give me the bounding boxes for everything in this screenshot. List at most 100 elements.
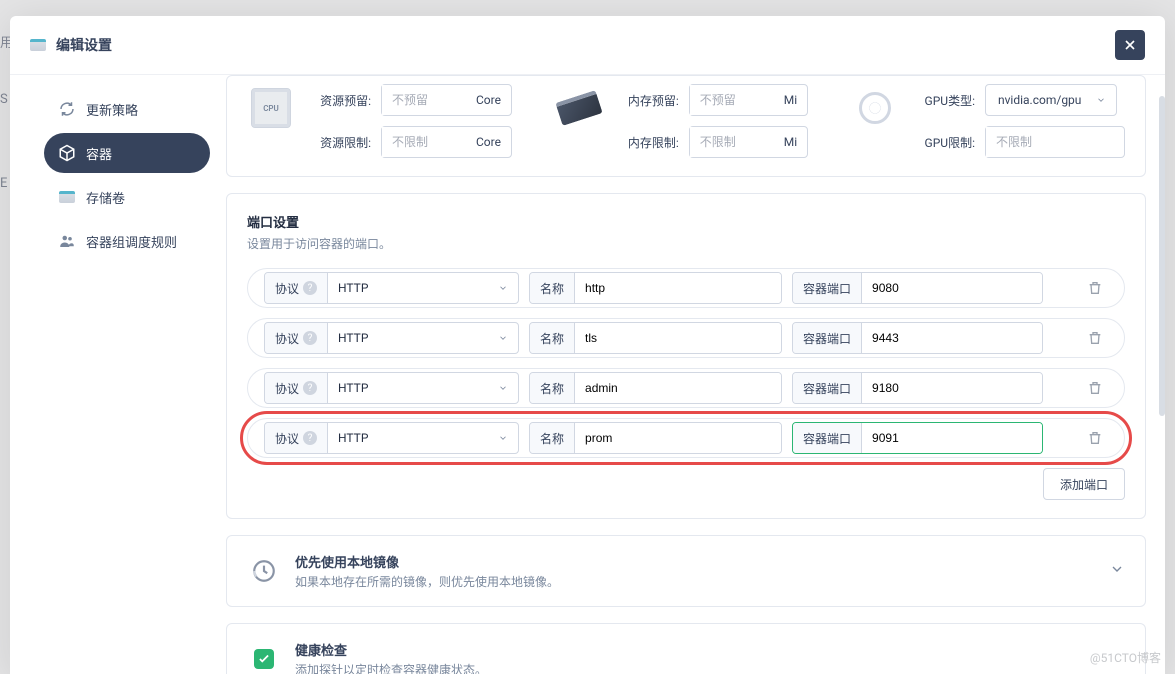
cpu-limit-input-wrap[interactable]: Core xyxy=(381,126,512,158)
protocol-field[interactable]: 协议? HTTP xyxy=(264,372,519,404)
sidebar-item-update-policy[interactable]: 更新策略 xyxy=(44,89,210,129)
gpu-limit-input[interactable] xyxy=(986,127,1106,157)
trash-icon xyxy=(1087,330,1103,346)
protocol-select[interactable]: HTTP xyxy=(328,281,518,295)
local-image-card[interactable]: 优先使用本地镜像 如果本地存在所需的镜像，则优先使用本地镜像。 xyxy=(226,535,1146,607)
gpu-icon xyxy=(859,92,891,124)
mem-unit: Mi xyxy=(774,93,807,107)
name-input[interactable] xyxy=(575,373,781,403)
cpu-unit: Core xyxy=(466,135,511,149)
group-icon xyxy=(58,232,76,250)
close-button[interactable] xyxy=(1115,30,1145,60)
protocol-value: HTTP xyxy=(338,431,368,445)
cube-icon xyxy=(58,144,76,162)
port-input[interactable] xyxy=(862,323,1042,353)
port-field[interactable]: 容器端口 xyxy=(792,272,1043,304)
mem-reserve-input-wrap[interactable]: Mi xyxy=(689,84,808,116)
mem-reserve-input[interactable] xyxy=(690,85,774,115)
history-icon xyxy=(247,554,281,588)
modal-header: 编辑设置 xyxy=(10,16,1165,75)
protocol-label: 协议? xyxy=(265,373,328,403)
delete-port-button[interactable] xyxy=(1080,423,1110,453)
port-input[interactable] xyxy=(862,423,1042,453)
port-field[interactable]: 容器端口 xyxy=(792,372,1043,404)
port-input[interactable] xyxy=(862,373,1042,403)
protocol-select[interactable]: HTTP xyxy=(328,331,518,345)
protocol-field[interactable]: 协议? HTTP xyxy=(264,322,519,354)
gpu-type-select[interactable]: nvidia.com/gpu xyxy=(985,84,1117,116)
name-label: 名称 xyxy=(530,423,575,453)
gpu-column: GPU类型: nvidia.com/gpu GPU限制: xyxy=(851,84,1125,158)
help-icon[interactable]: ? xyxy=(303,281,317,295)
help-icon[interactable]: ? xyxy=(303,431,317,445)
protocol-field[interactable]: 协议? HTTP xyxy=(264,272,519,304)
protocol-label: 协议? xyxy=(265,273,328,303)
sidebar-item-label: 容器组调度规则 xyxy=(86,232,177,251)
chevron-down-icon xyxy=(1109,561,1125,581)
health-check-card[interactable]: 健康检查 添加探针以定时检查容器健康状态。 xyxy=(226,623,1146,674)
cpu-reserve-label: 资源预留: xyxy=(307,92,371,109)
cpu-reserve-input-wrap[interactable]: Core xyxy=(381,84,512,116)
name-field[interactable]: 名称 xyxy=(529,272,782,304)
protocol-select[interactable]: HTTP xyxy=(328,431,518,445)
name-label: 名称 xyxy=(530,273,575,303)
trash-icon xyxy=(1087,280,1103,296)
mem-limit-label: 内存限制: xyxy=(615,134,679,151)
resource-card: CPU 资源预留: Core 资源限制: xyxy=(226,75,1146,177)
container-icon xyxy=(30,39,46,51)
port-row: 协议? HTTP 名称 容器端口 xyxy=(247,268,1125,308)
local-image-subtitle: 如果本地存在所需的镜像，则优先使用本地镜像。 xyxy=(295,573,559,590)
watermark: @51CTO博客 xyxy=(1090,649,1161,666)
check-icon xyxy=(254,649,274,669)
sidebar-item-scheduling[interactable]: 容器组调度规则 xyxy=(44,221,210,261)
cpu-unit: Core xyxy=(466,93,511,107)
add-port-button[interactable]: 添加端口 xyxy=(1043,468,1125,500)
port-row: 协议? HTTP 名称 容器端口 xyxy=(247,318,1125,358)
help-icon[interactable]: ? xyxy=(303,331,317,345)
protocol-value: HTTP xyxy=(338,281,368,295)
gpu-limit-label: GPU限制: xyxy=(911,134,975,151)
health-check-title: 健康检查 xyxy=(295,640,487,659)
ports-subtitle: 设置用于访问容器的端口。 xyxy=(247,235,1125,252)
port-input[interactable] xyxy=(862,273,1042,303)
name-field[interactable]: 名称 xyxy=(529,322,782,354)
name-input[interactable] xyxy=(575,323,781,353)
name-input[interactable] xyxy=(575,273,781,303)
cpu-column: CPU 资源预留: Core 资源限制: xyxy=(247,84,512,158)
port-field[interactable]: 容器端口 xyxy=(792,422,1043,454)
cpu-reserve-input[interactable] xyxy=(382,85,466,115)
mem-limit-input-wrap[interactable]: Mi xyxy=(689,126,808,158)
sidebar-item-label: 更新策略 xyxy=(86,100,138,119)
gpu-limit-input-wrap[interactable] xyxy=(985,126,1125,158)
protocol-field[interactable]: 协议? HTTP xyxy=(264,422,519,454)
port-label: 容器端口 xyxy=(793,423,862,453)
protocol-value: HTTP xyxy=(338,381,368,395)
sidebar-item-container[interactable]: 容器 xyxy=(44,133,210,173)
memory-column: 内存预留: Mi 内存限制: Mi xyxy=(555,84,808,158)
sidebar-item-volume[interactable]: 存储卷 xyxy=(44,177,210,217)
sidebar-item-label: 存储卷 xyxy=(86,188,125,207)
port-label: 容器端口 xyxy=(793,373,862,403)
refresh-icon xyxy=(58,100,76,118)
ports-card: 端口设置 设置用于访问容器的端口。 协议? HTTP 名称 容器端口 协议? H… xyxy=(226,193,1146,519)
delete-port-button[interactable] xyxy=(1080,323,1110,353)
name-field[interactable]: 名称 xyxy=(529,372,782,404)
local-image-title: 优先使用本地镜像 xyxy=(295,552,559,571)
protocol-select[interactable]: HTTP xyxy=(328,381,518,395)
delete-port-button[interactable] xyxy=(1080,373,1110,403)
memory-icon xyxy=(555,90,602,126)
protocol-label: 协议? xyxy=(265,323,328,353)
help-icon[interactable]: ? xyxy=(303,381,317,395)
delete-port-button[interactable] xyxy=(1080,273,1110,303)
chevron-down-icon xyxy=(1096,95,1106,105)
name-input[interactable] xyxy=(575,423,781,453)
mem-limit-input[interactable] xyxy=(690,127,774,157)
port-field[interactable]: 容器端口 xyxy=(792,322,1043,354)
name-field[interactable]: 名称 xyxy=(529,422,782,454)
cpu-icon: CPU xyxy=(251,88,291,128)
scrollbar-thumb[interactable] xyxy=(1159,96,1165,416)
name-label: 名称 xyxy=(530,323,575,353)
cpu-limit-label: 资源限制: xyxy=(307,134,371,151)
edit-settings-modal: 编辑设置 更新策略 容器 存储卷 xyxy=(10,16,1165,674)
cpu-limit-input[interactable] xyxy=(382,127,466,157)
